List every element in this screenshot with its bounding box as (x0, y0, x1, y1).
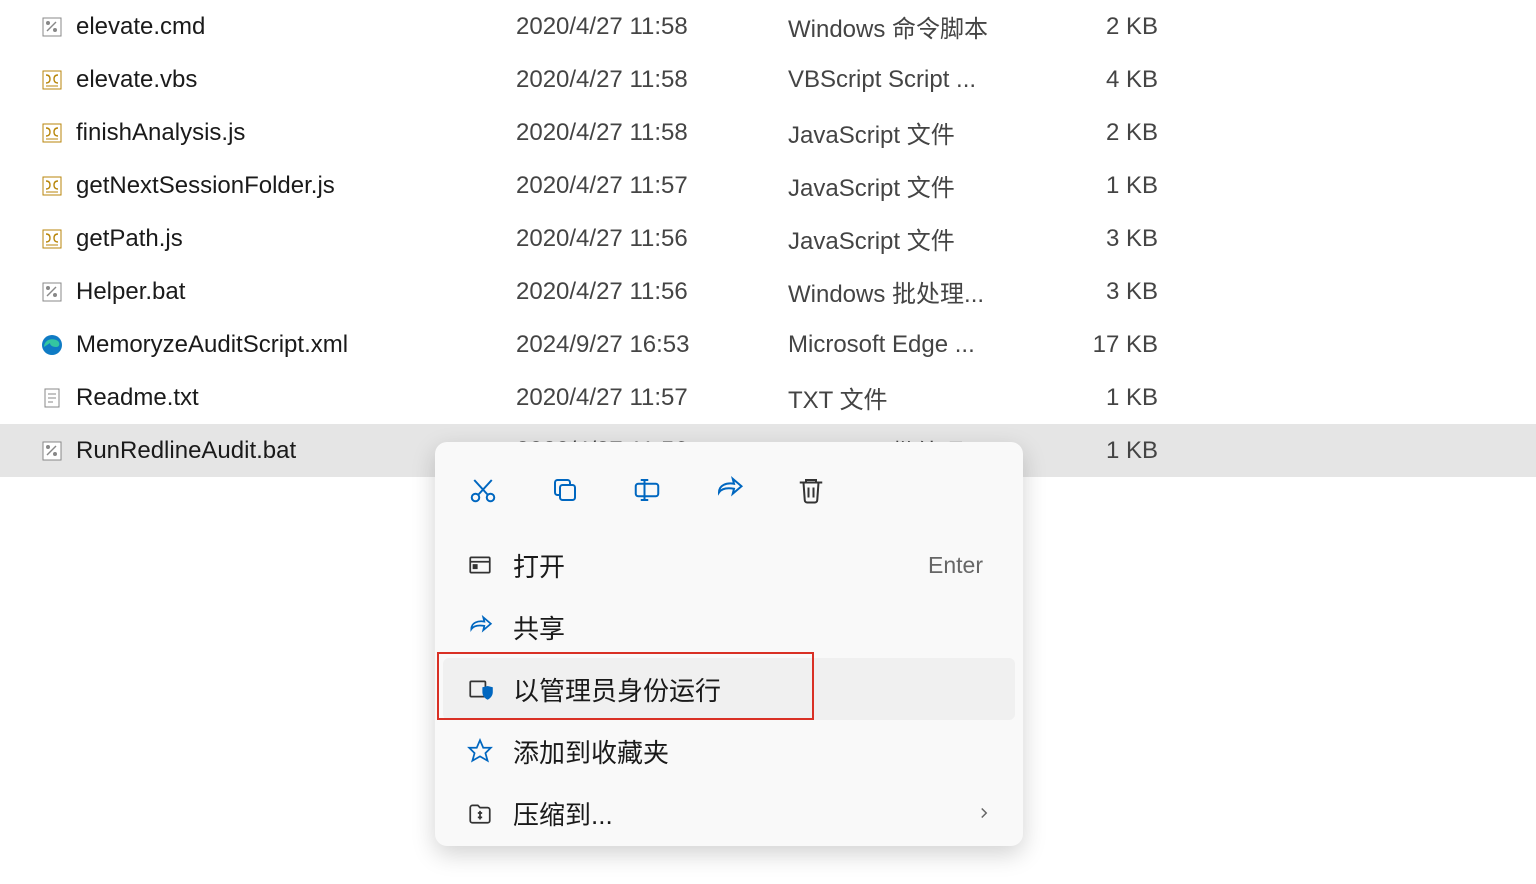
share-menu-icon (465, 612, 495, 642)
file-name-cell: getPath.js (38, 225, 516, 253)
file-name-cell: finishAnalysis.js (38, 119, 516, 147)
file-type: VBScript Script ... (788, 66, 1058, 94)
file-type: JavaScript 文件 (788, 168, 1058, 203)
file-size: 2 KB (1058, 13, 1158, 41)
rename-icon[interactable] (627, 470, 667, 510)
menu-admin-label: 以管理员身份运行 (513, 671, 993, 708)
file-name: finishAnalysis.js (76, 119, 245, 147)
file-name: getNextSessionFolder.js (76, 172, 335, 200)
script-file-icon (38, 119, 66, 147)
file-size: 1 KB (1058, 172, 1158, 200)
file-size: 3 KB (1058, 225, 1158, 253)
file-name-cell: Readme.txt (38, 384, 516, 412)
script-file-icon (38, 66, 66, 94)
file-type: Microsoft Edge ... (788, 331, 1058, 359)
txt-file-icon (38, 384, 66, 412)
file-size: 4 KB (1058, 66, 1158, 94)
file-date: 2020/4/27 11:56 (516, 278, 788, 306)
batch-file-icon (38, 437, 66, 465)
context-menu: 打开 Enter 共享 以管理员身份运行 (435, 442, 1023, 846)
file-name-cell: Helper.bat (38, 278, 516, 306)
open-icon (465, 550, 495, 580)
file-name-cell: MemoryzeAuditScript.xml (38, 331, 516, 359)
file-name: Helper.bat (76, 278, 185, 306)
quick-actions-bar (435, 452, 1023, 532)
file-size: 2 KB (1058, 119, 1158, 147)
file-size: 3 KB (1058, 278, 1158, 306)
menu-share-label: 共享 (513, 609, 993, 646)
compress-icon (465, 798, 495, 828)
file-type: Windows 命令脚本 (788, 9, 1058, 44)
batch-file-icon (38, 13, 66, 41)
file-row[interactable]: elevate.vbs 2020/4/27 11:58VBScript Scrip… (0, 53, 1536, 106)
file-type: JavaScript 文件 (788, 221, 1058, 256)
admin-shield-icon (465, 674, 495, 704)
file-name: MemoryzeAuditScript.xml (76, 331, 348, 359)
menu-items: 打开 Enter 共享 以管理员身份运行 (435, 532, 1023, 846)
file-size: 17 KB (1058, 331, 1158, 359)
file-row[interactable]: MemoryzeAuditScript.xml 2024/9/27 16:53Mi… (0, 318, 1536, 371)
menu-compress[interactable]: 压缩到... (435, 782, 1023, 844)
file-row[interactable]: Readme.txt 2020/4/27 11:57TXT 文件1 KB (0, 371, 1536, 424)
file-date: 2020/4/27 11:57 (516, 172, 788, 200)
file-date: 2020/4/27 11:56 (516, 225, 788, 253)
file-name: getPath.js (76, 225, 183, 253)
file-name-cell: getNextSessionFolder.js (38, 172, 516, 200)
menu-add-favorites[interactable]: 添加到收藏夹 (435, 720, 1023, 782)
file-row[interactable]: elevate.cmd 2020/4/27 11:58Windows 命令脚本2 … (0, 0, 1536, 53)
edge-file-icon (38, 331, 66, 359)
menu-open-label: 打开 (513, 547, 928, 584)
star-icon (465, 736, 495, 766)
script-file-icon (38, 172, 66, 200)
menu-open-hint: Enter (928, 552, 993, 579)
file-date: 2020/4/27 11:58 (516, 66, 788, 94)
file-type: Windows 批处理... (788, 274, 1058, 309)
share-icon[interactable] (709, 470, 749, 510)
file-name: elevate.cmd (76, 13, 205, 41)
file-name: Readme.txt (76, 384, 199, 412)
file-list: elevate.cmd2020/4/27 11:58Windows 命令脚本2 … (0, 0, 1536, 477)
file-size: 1 KB (1058, 437, 1158, 465)
menu-share[interactable]: 共享 (435, 596, 1023, 658)
delete-icon[interactable] (791, 470, 831, 510)
chevron-right-icon (975, 804, 993, 822)
script-file-icon (38, 225, 66, 253)
file-row[interactable]: Helper.bat 2020/4/27 11:56Windows 批处理...3… (0, 265, 1536, 318)
file-date: 2020/4/27 11:58 (516, 119, 788, 147)
file-type: TXT 文件 (788, 380, 1058, 415)
batch-file-icon (38, 278, 66, 306)
file-row[interactable]: getNextSessionFolder.js 2020/4/27 11:57Ja… (0, 159, 1536, 212)
file-name: RunRedlineAudit.bat (76, 437, 296, 465)
file-row[interactable]: finishAnalysis.js 2020/4/27 11:58JavaScri… (0, 106, 1536, 159)
file-row[interactable]: getPath.js 2020/4/27 11:56JavaScript 文件3 … (0, 212, 1536, 265)
menu-open[interactable]: 打开 Enter (435, 534, 1023, 596)
file-date: 2024/9/27 16:53 (516, 331, 788, 359)
file-type: JavaScript 文件 (788, 115, 1058, 150)
file-name-cell: elevate.cmd (38, 13, 516, 41)
cut-icon[interactable] (463, 470, 503, 510)
menu-run-as-admin[interactable]: 以管理员身份运行 (443, 658, 1015, 720)
menu-compress-label: 压缩到... (513, 795, 975, 832)
file-date: 2020/4/27 11:58 (516, 13, 788, 41)
menu-favorites-label: 添加到收藏夹 (513, 733, 993, 770)
file-date: 2020/4/27 11:57 (516, 384, 788, 412)
file-size: 1 KB (1058, 384, 1158, 412)
file-name-cell: elevate.vbs (38, 66, 516, 94)
copy-icon[interactable] (545, 470, 585, 510)
file-name: elevate.vbs (76, 66, 197, 94)
